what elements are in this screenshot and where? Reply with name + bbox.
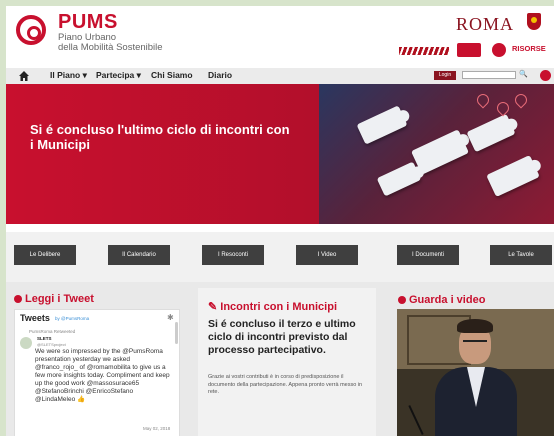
municipi-body: Grazie ai vostri contributi è in corso d…: [208, 374, 363, 395]
search-icon[interactable]: 🔍: [519, 70, 528, 78]
tile-il-calendario[interactable]: Il Calendario: [108, 245, 170, 265]
roma-shield-icon: [527, 13, 541, 30]
tweet-author-handle[interactable]: @SLETSproject: [37, 342, 66, 347]
nav-item-diario[interactable]: Diario: [208, 70, 232, 80]
logo-subtitle: Piano Urbano della Mobilità Sostenibile: [58, 33, 163, 53]
tweet-text: We were so impressed by the @PumsRoma pr…: [35, 348, 170, 403]
microphone-icon: [408, 405, 424, 435]
risorse-logo[interactable]: RISORSE: [512, 44, 546, 53]
home-icon[interactable]: [18, 70, 30, 82]
tile-le-tavole[interactable]: Le Tavole: [490, 245, 552, 265]
tile-le-delibere[interactable]: Le Delibere: [14, 245, 76, 265]
hero-title[interactable]: Si é concluso l'ultimo ciclo di incontri…: [30, 122, 290, 152]
puzzle-hands-photo: [319, 84, 554, 224]
location-pin-icon: [474, 91, 492, 109]
tweets-widget-title[interactable]: Tweets: [20, 313, 50, 323]
twitter-widget[interactable]: Tweets by @PumsRoma ✱ PumsRoma Retweeted…: [14, 309, 180, 436]
nav-item-chi-siamo[interactable]: Chi Siamo: [151, 70, 193, 80]
nav-item-il-piano[interactable]: Il Piano ▾: [50, 70, 87, 81]
social-icon[interactable]: [540, 70, 551, 81]
municipi-title-text[interactable]: Incontri con i Municipi: [220, 301, 337, 313]
login-button[interactable]: Login: [434, 71, 456, 80]
tweets-title-text: Leggi i Tweet: [25, 293, 94, 305]
municipi-title[interactable]: ✎ Incontri con i Municipi: [208, 300, 337, 313]
municipi-headline: Si é concluso il terzo e ultimo ciclo di…: [208, 318, 356, 356]
page: PUMS Piano Urbano della Mobilità Sosteni…: [6, 6, 554, 436]
star-icon[interactable]: ✱: [167, 313, 174, 322]
tile-i-video[interactable]: I Video: [296, 245, 358, 265]
tweet-date[interactable]: May 02, 2018: [143, 426, 170, 431]
municipi-card[interactable]: ✎ Incontri con i Municipi Si é concluso …: [198, 288, 376, 436]
chat-icon: ✎: [208, 301, 218, 313]
speaker-glasses: [463, 340, 487, 347]
tweets-section-title: Leggi i Tweet: [14, 293, 94, 305]
search-input[interactable]: [462, 71, 516, 79]
tweets-scrollbar[interactable]: [175, 322, 178, 344]
video-title-text: Guarda i video: [409, 294, 486, 306]
tweet-author-name[interactable]: SLETS: [37, 336, 52, 341]
avatar[interactable]: [20, 337, 32, 349]
tweets-widget-handle[interactable]: by @PumsRoma: [55, 316, 89, 321]
main-nav: Il Piano ▾ Partecipa ▾ Chi Siamo Diario …: [6, 68, 554, 85]
quick-links-band: Le Delibere Il Calendario I Resoconti I …: [6, 232, 554, 282]
logo-subtitle-line2: della Mobilità Sostenibile: [58, 42, 163, 53]
puzzle-piece: [356, 105, 408, 145]
speaker-hair: [457, 319, 493, 333]
logo-title[interactable]: PUMS: [58, 11, 118, 34]
puzzle-piece: [486, 154, 540, 198]
nav-item-partecipa[interactable]: Partecipa ▾: [96, 70, 141, 81]
puzzle-piece: [376, 161, 422, 197]
video-section-title: Guarda i video: [398, 294, 485, 306]
puzzle-piece: [466, 113, 516, 153]
location-pin-icon: [512, 91, 530, 109]
youtube-icon: [398, 296, 406, 305]
partner-logo-icon[interactable]: [457, 43, 481, 57]
retweet-label: PumsRoma Retweeted: [29, 329, 76, 334]
stripes-logo-icon: [399, 47, 449, 55]
tile-i-documenti[interactable]: I Documenti: [397, 245, 459, 265]
pums-logo-icon[interactable]: [16, 15, 46, 45]
location-pin-icon: [494, 99, 512, 117]
metro-logo-icon[interactable]: [492, 43, 506, 57]
hero-banner[interactable]: Si é concluso l'ultimo ciclo di incontri…: [6, 84, 554, 224]
roma-label[interactable]: ROMA: [456, 14, 514, 35]
site-header: PUMS Piano Urbano della Mobilità Sosteni…: [6, 6, 554, 66]
tile-i-resoconti[interactable]: I Resoconti: [202, 245, 264, 265]
twitter-icon: [14, 295, 22, 304]
video-player[interactable]: [397, 309, 554, 436]
